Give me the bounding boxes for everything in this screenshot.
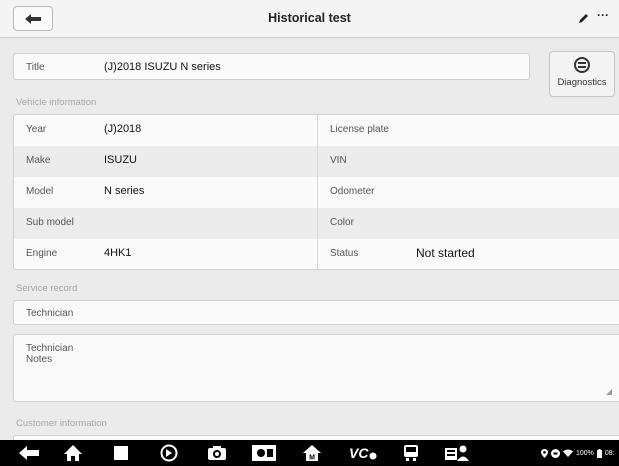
system-navigation-bar: M VC 100% 08: — [0, 440, 619, 466]
svg-text:M: M — [309, 455, 315, 462]
remote-desk-icon[interactable] — [400, 443, 422, 463]
page-title: Historical test — [268, 11, 351, 25]
technician-field[interactable]: Technician — [13, 300, 619, 325]
clock-time: 08: — [604, 449, 615, 457]
make-label: Make — [26, 155, 51, 166]
vci-connection-icon — [551, 448, 560, 458]
back-arrow-icon — [25, 13, 41, 24]
nav-home-icon[interactable] — [61, 443, 85, 463]
diagnostics-label: Diagnostics — [557, 77, 607, 88]
engine-label: Engine — [26, 248, 58, 259]
status-label: Status — [330, 248, 359, 259]
display-brightness-icon[interactable] — [250, 443, 278, 463]
year-value[interactable]: (J)2018 — [104, 123, 141, 135]
year-label: Year — [26, 124, 47, 135]
column-divider — [317, 115, 318, 270]
engine-value[interactable]: 4HK1 — [104, 247, 132, 259]
status-area: 100% 08: — [541, 447, 615, 459]
technician-label: Technician — [26, 308, 74, 319]
camera-icon[interactable] — [206, 443, 228, 463]
battery-icon — [596, 448, 602, 458]
location-icon — [541, 448, 548, 458]
maxifix-icon[interactable]: M — [300, 443, 324, 463]
title-value: (J)2018 ISUZU N series — [104, 61, 221, 73]
service-record-heading: Service record — [16, 283, 78, 294]
sub-model-label: Sub model — [26, 217, 74, 228]
vci-icon[interactable]: VC — [348, 443, 378, 463]
technician-notes-label-line2: Notes — [26, 354, 53, 365]
svg-text:VC: VC — [349, 445, 369, 461]
vehicle-information-table: Year (J)2018 License plate Make ISUZU VI… — [13, 114, 619, 270]
technician-notes-field[interactable]: Technician Notes — [13, 334, 619, 402]
resize-grip-icon[interactable] — [606, 389, 612, 395]
browser-icon[interactable] — [158, 443, 180, 463]
make-value[interactable]: ISUZU — [104, 154, 137, 166]
more-options-icon[interactable]: ··· — [596, 9, 610, 24]
vin-label: VIN — [330, 155, 347, 166]
technician-notes-label-line1: Technician — [26, 343, 74, 354]
vehicle-information-heading: Vehicle information — [16, 97, 97, 108]
customer-information-heading: Customer information — [16, 418, 107, 429]
back-button[interactable] — [13, 6, 53, 31]
diagnostics-icon — [574, 57, 590, 73]
nav-recent-apps-icon[interactable] — [111, 443, 131, 463]
color-label: Color — [330, 217, 354, 228]
app-header: Historical test ··· — [0, 0, 619, 38]
title-label: Title — [26, 62, 45, 73]
model-label: Model — [26, 186, 54, 197]
odometer-label: Odometer — [330, 186, 375, 197]
status-value: Not started — [416, 246, 475, 260]
wifi-icon — [563, 449, 573, 457]
nav-back-icon[interactable] — [16, 443, 42, 463]
model-value[interactable]: N series — [104, 185, 144, 197]
support-icon[interactable] — [443, 443, 471, 463]
battery-percentage: 100% — [576, 449, 594, 457]
diagnostics-button[interactable]: Diagnostics — [549, 51, 615, 97]
historical-test-content: Title (J)2018 ISUZU N series Diagnostics… — [0, 39, 619, 440]
edit-pencil-icon[interactable] — [578, 11, 590, 25]
license-plate-label: License plate — [330, 124, 389, 135]
title-field: Title (J)2018 ISUZU N series — [13, 53, 530, 80]
